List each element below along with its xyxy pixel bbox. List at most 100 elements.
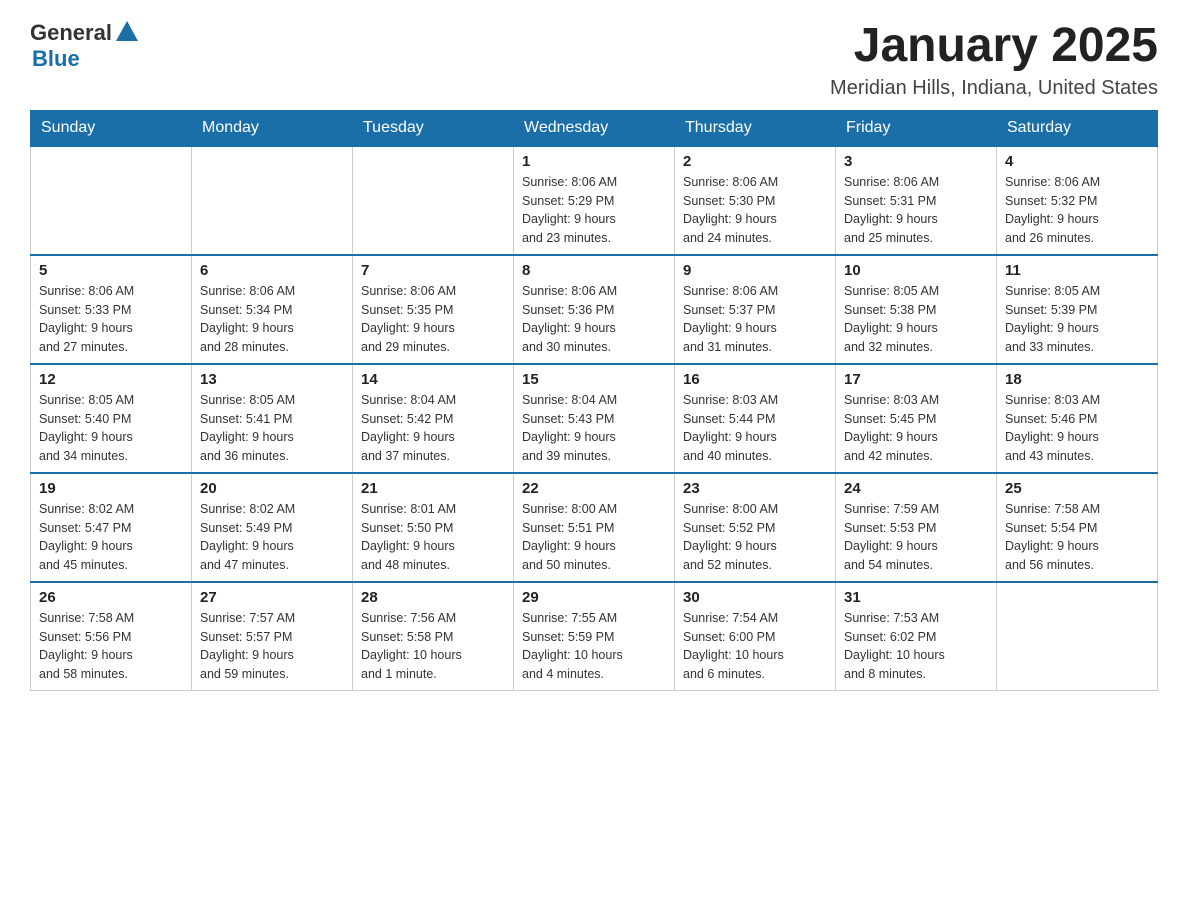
calendar-cell: 29 Sunrise: 7:55 AMSunset: 5:59 PMDayligh…: [514, 582, 675, 691]
page-header: General Blue January 2025 Meridian Hills…: [30, 20, 1158, 100]
calendar-cell: 16 Sunrise: 8:03 AMSunset: 5:44 PMDayligh…: [675, 364, 836, 473]
day-number: 24: [844, 480, 988, 497]
day-number: 13: [200, 371, 344, 388]
calendar-week-row: 26Sunrise: 7:58 AMSunset: 5:56 PMDayligh…: [31, 582, 1158, 691]
calendar-cell: 30 Sunrise: 7:54 AMSunset: 6:00 PMDayligh…: [675, 582, 836, 691]
logo-general-text: General: [30, 20, 112, 46]
day-info: Sunrise: 8:04 AMSunset: 5:42 PMDaylight:…: [361, 391, 505, 466]
calendar-cell: 22 Sunrise: 8:00 AMSunset: 5:51 PMDayligh…: [514, 473, 675, 582]
day-number: 1: [522, 153, 666, 170]
day-info: Sunrise: 7:58 AMSunset: 5:56 PMDaylight:…: [39, 609, 183, 684]
day-info: Sunrise: 8:05 AMSunset: 5:40 PMDaylight:…: [39, 391, 183, 466]
day-info: Sunrise: 8:02 AMSunset: 5:49 PMDaylight:…: [200, 500, 344, 575]
day-number: 30: [683, 589, 827, 606]
calendar-cell: 31Sunrise: 7:53 AMSunset: 6:02 PMDayligh…: [836, 582, 997, 691]
day-info: Sunrise: 8:00 AMSunset: 5:52 PMDaylight:…: [683, 500, 827, 575]
day-info: Sunrise: 8:06 AMSunset: 5:34 PMDaylight:…: [200, 282, 344, 357]
page-subtitle: Meridian Hills, Indiana, United States: [830, 77, 1158, 100]
column-header-thursday: Thursday: [675, 110, 836, 146]
day-number: 9: [683, 262, 827, 279]
day-info: Sunrise: 7:53 AMSunset: 6:02 PMDaylight:…: [844, 609, 988, 684]
day-info: Sunrise: 8:04 AMSunset: 5:43 PMDaylight:…: [522, 391, 666, 466]
day-info: Sunrise: 8:00 AMSunset: 5:51 PMDaylight:…: [522, 500, 666, 575]
page-title: January 2025: [830, 20, 1158, 73]
day-info: Sunrise: 7:56 AMSunset: 5:58 PMDaylight:…: [361, 609, 505, 684]
day-info: Sunrise: 8:06 AMSunset: 5:36 PMDaylight:…: [522, 282, 666, 357]
day-info: Sunrise: 8:02 AMSunset: 5:47 PMDaylight:…: [39, 500, 183, 575]
day-info: Sunrise: 7:55 AMSunset: 5:59 PMDaylight:…: [522, 609, 666, 684]
calendar-cell: 3Sunrise: 8:06 AMSunset: 5:31 PMDaylight…: [836, 146, 997, 255]
day-number: 2: [683, 153, 827, 170]
day-info: Sunrise: 8:06 AMSunset: 5:32 PMDaylight:…: [1005, 173, 1149, 248]
day-info: Sunrise: 8:05 AMSunset: 5:39 PMDaylight:…: [1005, 282, 1149, 357]
column-header-tuesday: Tuesday: [353, 110, 514, 146]
calendar-cell: 21 Sunrise: 8:01 AMSunset: 5:50 PMDayligh…: [353, 473, 514, 582]
day-number: 14: [361, 371, 505, 388]
calendar-week-row: 1 Sunrise: 8:06 AMSunset: 5:29 PMDaylight…: [31, 146, 1158, 255]
calendar-cell: [997, 582, 1158, 691]
title-block: January 2025 Meridian Hills, Indiana, Un…: [830, 20, 1158, 100]
day-number: 19: [39, 480, 183, 497]
day-number: 15: [522, 371, 666, 388]
day-info: Sunrise: 8:06 AMSunset: 5:31 PMDaylight:…: [844, 173, 988, 248]
calendar-table: SundayMondayTuesdayWednesdayThursdayFrid…: [30, 110, 1158, 691]
calendar-cell: 14 Sunrise: 8:04 AMSunset: 5:42 PMDayligh…: [353, 364, 514, 473]
day-number: 28: [361, 589, 505, 606]
day-number: 20: [200, 480, 344, 497]
day-number: 16: [683, 371, 827, 388]
calendar-cell: 11Sunrise: 8:05 AMSunset: 5:39 PMDayligh…: [997, 255, 1158, 364]
logo-blue-text: Blue: [32, 46, 140, 72]
calendar-cell: 13Sunrise: 8:05 AMSunset: 5:41 PMDayligh…: [192, 364, 353, 473]
day-number: 10: [844, 262, 988, 279]
day-number: 29: [522, 589, 666, 606]
calendar-cell: 25 Sunrise: 7:58 AMSunset: 5:54 PMDayligh…: [997, 473, 1158, 582]
calendar-cell: 7Sunrise: 8:06 AMSunset: 5:35 PMDaylight…: [353, 255, 514, 364]
logo-icon: [114, 19, 140, 45]
calendar-cell: 28 Sunrise: 7:56 AMSunset: 5:58 PMDayligh…: [353, 582, 514, 691]
day-number: 21: [361, 480, 505, 497]
day-number: 5: [39, 262, 183, 279]
calendar-cell: 4Sunrise: 8:06 AMSunset: 5:32 PMDaylight…: [997, 146, 1158, 255]
calendar-week-row: 19 Sunrise: 8:02 AMSunset: 5:47 PMDayligh…: [31, 473, 1158, 582]
day-number: 18: [1005, 371, 1149, 388]
calendar-cell: [353, 146, 514, 255]
day-number: 22: [522, 480, 666, 497]
day-number: 8: [522, 262, 666, 279]
calendar-cell: 5 Sunrise: 8:06 AMSunset: 5:33 PMDaylight…: [31, 255, 192, 364]
calendar-week-row: 5 Sunrise: 8:06 AMSunset: 5:33 PMDaylight…: [31, 255, 1158, 364]
calendar-cell: 26Sunrise: 7:58 AMSunset: 5:56 PMDayligh…: [31, 582, 192, 691]
day-info: Sunrise: 7:58 AMSunset: 5:54 PMDaylight:…: [1005, 500, 1149, 575]
column-header-wednesday: Wednesday: [514, 110, 675, 146]
calendar-cell: 17Sunrise: 8:03 AMSunset: 5:45 PMDayligh…: [836, 364, 997, 473]
day-number: 17: [844, 371, 988, 388]
day-number: 6: [200, 262, 344, 279]
column-header-monday: Monday: [192, 110, 353, 146]
day-number: 25: [1005, 480, 1149, 497]
day-info: Sunrise: 8:03 AMSunset: 5:44 PMDaylight:…: [683, 391, 827, 466]
calendar-cell: 8 Sunrise: 8:06 AMSunset: 5:36 PMDaylight…: [514, 255, 675, 364]
calendar-cell: 24Sunrise: 7:59 AMSunset: 5:53 PMDayligh…: [836, 473, 997, 582]
calendar-cell: 1 Sunrise: 8:06 AMSunset: 5:29 PMDaylight…: [514, 146, 675, 255]
day-info: Sunrise: 8:06 AMSunset: 5:29 PMDaylight:…: [522, 173, 666, 248]
day-info: Sunrise: 8:06 AMSunset: 5:35 PMDaylight:…: [361, 282, 505, 357]
day-info: Sunrise: 8:06 AMSunset: 5:30 PMDaylight:…: [683, 173, 827, 248]
day-info: Sunrise: 8:06 AMSunset: 5:33 PMDaylight:…: [39, 282, 183, 357]
logo: General Blue: [30, 20, 140, 72]
day-info: Sunrise: 8:01 AMSunset: 5:50 PMDaylight:…: [361, 500, 505, 575]
calendar-cell: 20 Sunrise: 8:02 AMSunset: 5:49 PMDayligh…: [192, 473, 353, 582]
calendar-cell: 27Sunrise: 7:57 AMSunset: 5:57 PMDayligh…: [192, 582, 353, 691]
calendar-cell: 18Sunrise: 8:03 AMSunset: 5:46 PMDayligh…: [997, 364, 1158, 473]
day-info: Sunrise: 7:54 AMSunset: 6:00 PMDaylight:…: [683, 609, 827, 684]
calendar-cell: 9 Sunrise: 8:06 AMSunset: 5:37 PMDaylight…: [675, 255, 836, 364]
calendar-cell: 19 Sunrise: 8:02 AMSunset: 5:47 PMDayligh…: [31, 473, 192, 582]
day-number: 23: [683, 480, 827, 497]
calendar-cell: 15 Sunrise: 8:04 AMSunset: 5:43 PMDayligh…: [514, 364, 675, 473]
column-header-saturday: Saturday: [997, 110, 1158, 146]
day-info: Sunrise: 8:06 AMSunset: 5:37 PMDaylight:…: [683, 282, 827, 357]
calendar-cell: 2 Sunrise: 8:06 AMSunset: 5:30 PMDaylight…: [675, 146, 836, 255]
calendar-cell: 6 Sunrise: 8:06 AMSunset: 5:34 PMDaylight…: [192, 255, 353, 364]
day-info: Sunrise: 8:05 AMSunset: 5:38 PMDaylight:…: [844, 282, 988, 357]
calendar-cell: [31, 146, 192, 255]
calendar-header-row: SundayMondayTuesdayWednesdayThursdayFrid…: [31, 110, 1158, 146]
calendar-cell: 23 Sunrise: 8:00 AMSunset: 5:52 PMDayligh…: [675, 473, 836, 582]
